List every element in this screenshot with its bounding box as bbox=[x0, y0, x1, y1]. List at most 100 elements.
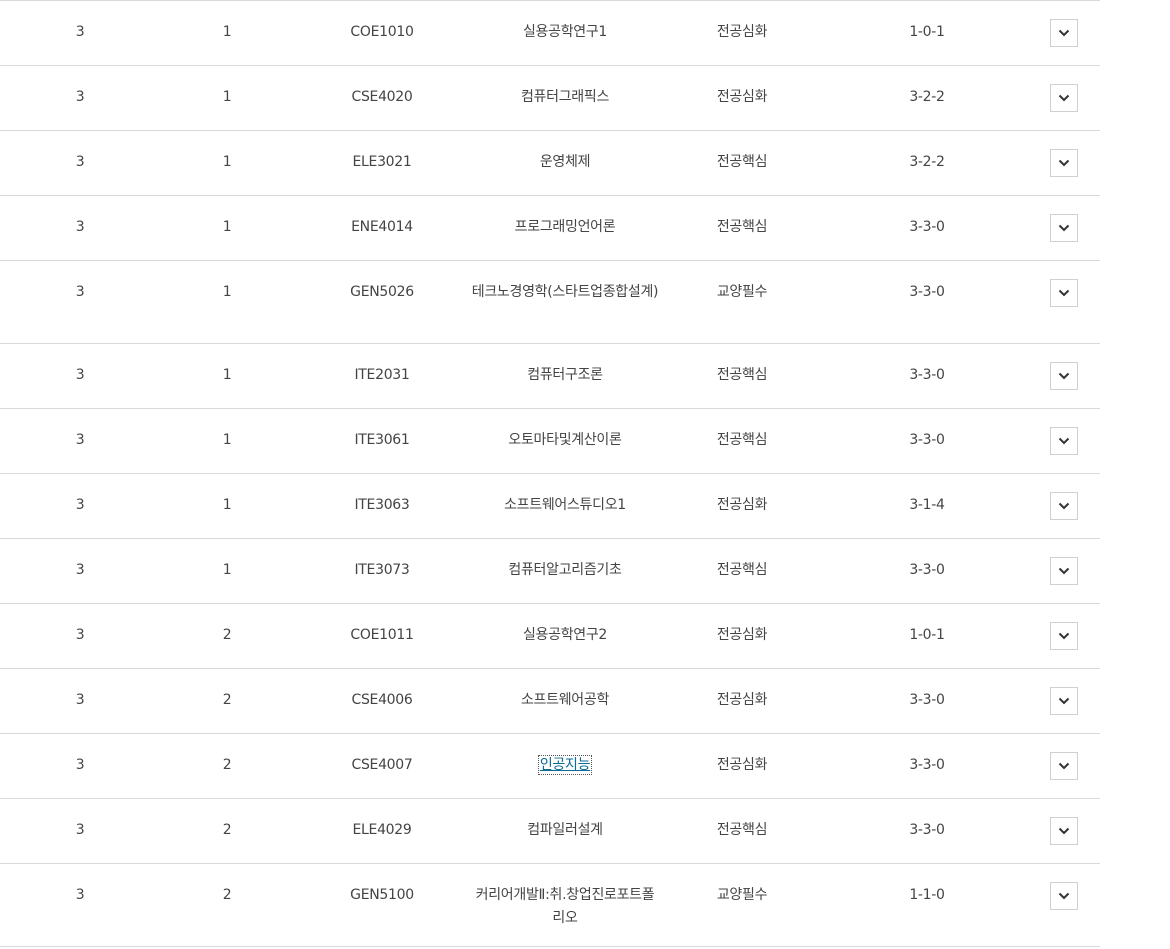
semester-cell: 1 bbox=[222, 562, 232, 578]
table-row: 3 1 ITE3063 소프트웨어스튜디오1 전공심화 3-1-4 bbox=[0, 474, 1100, 539]
expand-button[interactable] bbox=[1050, 214, 1078, 242]
course-name-cell: 인공지능 bbox=[470, 754, 660, 777]
table-row: 3 1 GEN5026 테크노경영학(스타트업종합설계) 교양필수 3-3-0 bbox=[0, 261, 1100, 344]
chevron-down-icon bbox=[1058, 29, 1070, 37]
credits-cell: 1-0-1 bbox=[909, 627, 945, 643]
year-cell: 3 bbox=[75, 24, 85, 40]
semester-cell: 1 bbox=[222, 367, 232, 383]
credits-cell: 3-3-0 bbox=[909, 367, 945, 383]
course-name-link[interactable]: 오토마타및계산이론 bbox=[470, 429, 660, 452]
credits-cell: 3-2-2 bbox=[909, 154, 945, 170]
expand-button[interactable] bbox=[1050, 362, 1078, 390]
semester-cell: 2 bbox=[222, 757, 232, 773]
course-code-cell: ELE3021 bbox=[352, 154, 412, 170]
credits-cell: 3-3-0 bbox=[909, 822, 945, 838]
year-cell: 3 bbox=[75, 432, 85, 448]
expand-button[interactable] bbox=[1050, 84, 1078, 112]
course-name-link[interactable]: 테크노경영학(스타트업종합설계) bbox=[470, 281, 660, 304]
chevron-down-icon bbox=[1058, 372, 1070, 380]
credits-cell: 3-3-0 bbox=[909, 692, 945, 708]
chevron-down-icon bbox=[1058, 762, 1070, 770]
semester-cell: 1 bbox=[222, 24, 232, 40]
credits-cell: 1-1-0 bbox=[909, 887, 945, 903]
year-cell: 3 bbox=[75, 822, 85, 838]
course-code-cell: ITE3063 bbox=[354, 497, 410, 513]
expand-button[interactable] bbox=[1050, 149, 1078, 177]
course-type-cell: 전공심화 bbox=[716, 692, 768, 708]
course-name-link[interactable]: 소프트웨어공학 bbox=[470, 689, 660, 712]
expand-button[interactable] bbox=[1050, 557, 1078, 585]
chevron-down-icon bbox=[1058, 159, 1070, 167]
year-cell: 3 bbox=[75, 887, 85, 903]
course-name-link[interactable]: 프로그래밍언어론 bbox=[470, 216, 660, 239]
expand-button[interactable] bbox=[1050, 687, 1078, 715]
table-row: 3 2 ELE4029 컴파일러설계 전공핵심 3-3-0 bbox=[0, 799, 1100, 864]
course-name-link[interactable]: 컴퓨터구조론 bbox=[470, 364, 660, 387]
chevron-down-icon bbox=[1058, 827, 1070, 835]
expand-button[interactable] bbox=[1050, 279, 1078, 307]
credits-cell: 3-2-2 bbox=[909, 89, 945, 105]
course-code-cell: CSE4007 bbox=[351, 757, 413, 773]
expand-button[interactable] bbox=[1050, 817, 1078, 845]
course-code-cell: GEN5026 bbox=[350, 284, 414, 300]
table-row: 3 1 COE1010 실용공학연구1 전공심화 1-0-1 bbox=[0, 1, 1100, 66]
expand-button[interactable] bbox=[1050, 492, 1078, 520]
course-code-cell: GEN5100 bbox=[350, 887, 414, 903]
year-cell: 3 bbox=[75, 219, 85, 235]
expand-button[interactable] bbox=[1050, 427, 1078, 455]
year-cell: 3 bbox=[75, 497, 85, 513]
course-type-cell: 전공핵심 bbox=[716, 367, 768, 383]
year-cell: 3 bbox=[75, 692, 85, 708]
course-code-cell: ITE3061 bbox=[354, 432, 410, 448]
semester-cell: 2 bbox=[222, 822, 232, 838]
table-row: 3 1 ITE2031 컴퓨터구조론 전공핵심 3-3-0 bbox=[0, 344, 1100, 409]
chevron-down-icon bbox=[1058, 697, 1070, 705]
course-type-cell: 전공핵심 bbox=[716, 822, 768, 838]
year-cell: 3 bbox=[75, 154, 85, 170]
course-code-cell: ENE4014 bbox=[351, 219, 413, 235]
expand-button[interactable] bbox=[1050, 752, 1078, 780]
table-row: 3 1 ITE3061 오토마타및계산이론 전공핵심 3-3-0 bbox=[0, 409, 1100, 474]
course-table: 3 1 COE1010 실용공학연구1 전공심화 1-0-1 3 1 CSE40… bbox=[0, 0, 1100, 947]
semester-cell: 1 bbox=[222, 89, 232, 105]
chevron-down-icon bbox=[1058, 502, 1070, 510]
course-type-cell: 전공심화 bbox=[716, 627, 768, 643]
table-row: 3 2 COE1011 실용공학연구2 전공심화 1-0-1 bbox=[0, 604, 1100, 669]
course-name-link[interactable]: 컴퓨터알고리즘기초 bbox=[470, 559, 660, 582]
credits-cell: 3-3-0 bbox=[909, 757, 945, 773]
course-code-cell: ELE4029 bbox=[352, 822, 412, 838]
chevron-down-icon bbox=[1058, 632, 1070, 640]
course-name-link[interactable]: 커리어개발Ⅱ:취.창업진로포트폴리오 bbox=[470, 884, 660, 930]
course-code-cell: COE1011 bbox=[350, 627, 414, 643]
table-row: 3 1 ENE4014 프로그래밍언어론 전공핵심 3-3-0 bbox=[0, 196, 1100, 261]
year-cell: 3 bbox=[75, 627, 85, 643]
semester-cell: 1 bbox=[222, 432, 232, 448]
course-name-link[interactable]: 실용공학연구2 bbox=[470, 624, 660, 647]
credits-cell: 3-1-4 bbox=[909, 497, 945, 513]
chevron-down-icon bbox=[1058, 224, 1070, 232]
chevron-down-icon bbox=[1058, 94, 1070, 102]
course-type-cell: 전공심화 bbox=[716, 24, 768, 40]
course-name-link[interactable]: 운영체제 bbox=[470, 151, 660, 174]
course-type-cell: 전공핵심 bbox=[716, 219, 768, 235]
credits-cell: 3-3-0 bbox=[909, 562, 945, 578]
credits-cell: 3-3-0 bbox=[909, 284, 945, 300]
table-row: 3 2 CSE4006 소프트웨어공학 전공심화 3-3-0 bbox=[0, 669, 1100, 734]
course-name-link[interactable]: 컴퓨터그래픽스 bbox=[470, 86, 660, 109]
course-type-cell: 전공핵심 bbox=[716, 562, 768, 578]
chevron-down-icon bbox=[1058, 437, 1070, 445]
course-name-link[interactable]: 인공지능 bbox=[537, 755, 593, 775]
course-type-cell: 전공심화 bbox=[716, 757, 768, 773]
course-type-cell: 교양필수 bbox=[716, 887, 768, 903]
expand-button[interactable] bbox=[1050, 882, 1078, 910]
course-code-cell: ITE2031 bbox=[354, 367, 410, 383]
course-name-link[interactable]: 컴파일러설계 bbox=[470, 819, 660, 842]
expand-button[interactable] bbox=[1050, 19, 1078, 47]
expand-button[interactable] bbox=[1050, 622, 1078, 650]
course-name-link[interactable]: 실용공학연구1 bbox=[470, 21, 660, 44]
year-cell: 3 bbox=[75, 284, 85, 300]
course-name-link[interactable]: 소프트웨어스튜디오1 bbox=[470, 494, 660, 517]
semester-cell: 1 bbox=[222, 219, 232, 235]
chevron-down-icon bbox=[1058, 567, 1070, 575]
semester-cell: 2 bbox=[222, 692, 232, 708]
